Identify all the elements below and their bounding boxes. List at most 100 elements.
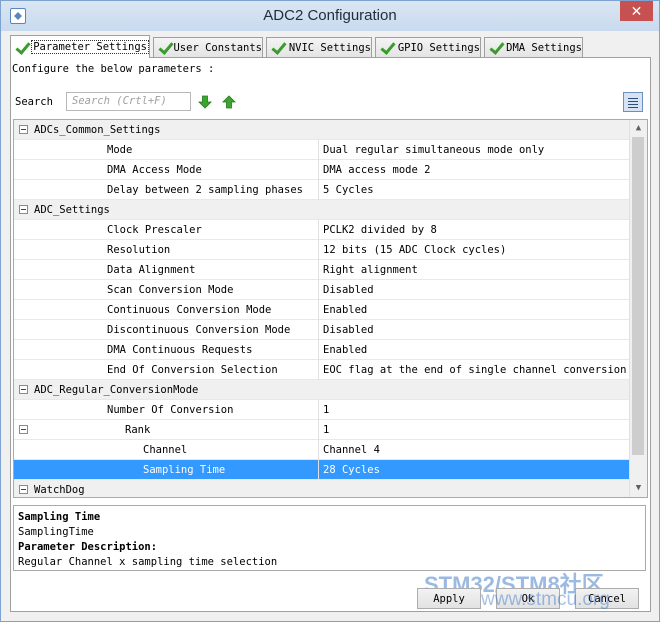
parameter-value[interactable]: 5 Cycles — [323, 184, 374, 196]
arrow-up-icon[interactable] — [222, 95, 236, 109]
adc2-configuration-dialog: ADC2 Configuration ✕ Parameter Settings … — [0, 0, 660, 622]
column-divider — [318, 180, 319, 200]
column-divider — [318, 240, 319, 260]
collapse-icon[interactable] — [19, 385, 28, 394]
category-row[interactable]: ADCs_Common_Settings — [14, 120, 630, 140]
column-divider — [318, 440, 319, 460]
check-icon — [489, 40, 503, 55]
column-divider — [318, 280, 319, 300]
parameter-name: Number Of Conversion — [107, 404, 234, 416]
parameter-row[interactable]: DMA Continuous Requests Enabled — [14, 340, 630, 360]
parameter-row[interactable]: Continuous Conversion Mode Enabled — [14, 300, 630, 320]
parameter-row[interactable]: Resolution 12 bits (15 ADC Clock cycles) — [14, 240, 630, 260]
tab-nvic-settings[interactable]: NVIC Settings — [266, 37, 372, 57]
title-bar: ADC2 Configuration ✕ — [1, 1, 659, 31]
column-divider — [318, 260, 319, 280]
category-row[interactable]: WatchDog — [14, 480, 630, 497]
tab-label: Parameter Settings — [31, 40, 149, 54]
column-divider — [318, 140, 319, 160]
parameter-value[interactable]: 28 Cycles — [323, 464, 380, 476]
collapse-icon[interactable] — [19, 425, 28, 434]
parameter-value[interactable]: DMA access mode 2 — [323, 164, 430, 176]
watermark-url: www.stmcu.org — [481, 589, 610, 610]
parameter-name: Scan Conversion Mode — [107, 284, 234, 296]
parameter-row[interactable]: Number Of Conversion 1 — [14, 400, 630, 420]
close-button[interactable]: ✕ — [620, 1, 653, 21]
collapse-icon[interactable] — [19, 485, 28, 494]
description-panel: Sampling Time SamplingTime Parameter Des… — [13, 505, 646, 571]
parameter-name: Continuous Conversion Mode — [107, 304, 272, 316]
parameter-name: Mode — [107, 144, 133, 156]
parameter-value[interactable]: Disabled — [323, 324, 374, 336]
parameter-name: DMA Access Mode — [107, 164, 202, 176]
tab-gpio-settings[interactable]: GPIO Settings — [375, 37, 481, 57]
parameter-value[interactable]: Disabled — [323, 284, 374, 296]
parameter-row[interactable]: Scan Conversion Mode Disabled — [14, 280, 630, 300]
parameter-value[interactable]: EOC flag at the end of single channel co… — [323, 364, 626, 376]
parameter-row[interactable]: Discontinuous Conversion Mode Disabled — [14, 320, 630, 340]
parameter-row[interactable]: Channel Channel 4 — [14, 440, 630, 460]
parameter-name: Rank — [125, 424, 151, 436]
tab-label: NVIC Settings — [288, 41, 371, 54]
parameter-name: Resolution — [107, 244, 171, 256]
tab-label: User Constants — [173, 41, 262, 54]
column-divider — [318, 220, 319, 240]
collapse-icon[interactable] — [19, 125, 28, 134]
scroll-down-icon[interactable]: ▼ — [630, 480, 647, 497]
check-icon — [380, 40, 395, 55]
intro-text: Configure the below parameters : — [12, 63, 215, 75]
parameter-value[interactable]: Right alignment — [323, 264, 418, 276]
arrow-down-icon[interactable] — [198, 95, 212, 109]
parameter-row[interactable]: End Of Conversion Selection EOC flag at t… — [14, 360, 630, 380]
category-row[interactable]: ADC_Settings — [14, 200, 630, 220]
parameter-value[interactable]: Enabled — [323, 304, 367, 316]
parameter-name: Delay between 2 sampling phases — [107, 184, 303, 196]
parameter-name: Data Alignment — [107, 264, 196, 276]
parameter-value[interactable]: PCLK2 divided by 8 — [323, 224, 437, 236]
description-subheading: Parameter Description: — [18, 541, 158, 553]
parameter-value[interactable]: 1 — [323, 404, 329, 416]
tab-label: DMA Settings — [506, 41, 582, 54]
column-divider — [318, 400, 319, 420]
tab-parameter-settings[interactable]: Parameter Settings — [10, 35, 150, 58]
scroll-up-icon[interactable]: ▲ — [630, 120, 647, 137]
window-title: ADC2 Configuration — [263, 7, 397, 24]
parameter-name: ADC_Regular_ConversionMode — [34, 384, 199, 396]
parameter-row[interactable]: Data Alignment Right alignment — [14, 260, 630, 280]
parameter-value[interactable]: 1 — [323, 424, 329, 436]
parameter-name: ADC_Settings — [34, 204, 110, 216]
tab-dma-settings[interactable]: DMA Settings — [484, 37, 583, 57]
parameter-value[interactable]: Dual regular simultaneous mode only — [323, 144, 544, 156]
collapse-icon[interactable] — [19, 205, 28, 214]
parameter-row[interactable]: Sampling Time 28 Cycles — [14, 460, 630, 480]
parameter-name: DMA Continuous Requests — [107, 344, 253, 356]
parameter-grid: ADCs_Common_Settings Mode Dual regular sim… — [13, 119, 648, 498]
parameter-name: Channel — [143, 444, 188, 456]
tab-user-constants[interactable]: User Constants — [153, 37, 263, 57]
parameter-value[interactable]: Channel 4 — [323, 444, 380, 456]
parameter-name: ADCs_Common_Settings — [34, 124, 161, 136]
check-icon — [271, 40, 286, 55]
category-row[interactable]: ADC_Regular_ConversionMode — [14, 380, 630, 400]
apply-button[interactable]: Apply — [417, 588, 481, 609]
check-icon — [158, 40, 170, 55]
parameter-row[interactable]: Mode Dual regular simultaneous mode only — [14, 140, 630, 160]
list-view-icon[interactable] — [623, 92, 643, 112]
scroll-thumb[interactable] — [632, 137, 644, 455]
parameter-name: Sampling Time — [143, 464, 226, 476]
column-divider — [318, 300, 319, 320]
column-divider — [318, 160, 319, 180]
parameter-value[interactable]: 12 bits (15 ADC Clock cycles) — [323, 244, 506, 256]
column-divider — [318, 340, 319, 360]
column-divider — [318, 360, 319, 380]
parameter-row[interactable]: Rank 1 — [14, 420, 630, 440]
check-icon — [15, 40, 28, 55]
parameter-row[interactable]: Clock Prescaler PCLK2 divided by 8 — [14, 220, 630, 240]
parameter-value[interactable]: Enabled — [323, 344, 367, 356]
parameter-row[interactable]: DMA Access Mode DMA access mode 2 — [14, 160, 630, 180]
parameter-row[interactable]: Delay between 2 sampling phases 5 Cycles — [14, 180, 630, 200]
column-divider — [318, 420, 319, 440]
vertical-scrollbar[interactable]: ▲ ▼ — [629, 120, 647, 497]
search-input[interactable]: Search (Crtl+F) — [66, 92, 191, 111]
parameter-name: End Of Conversion Selection — [107, 364, 278, 376]
